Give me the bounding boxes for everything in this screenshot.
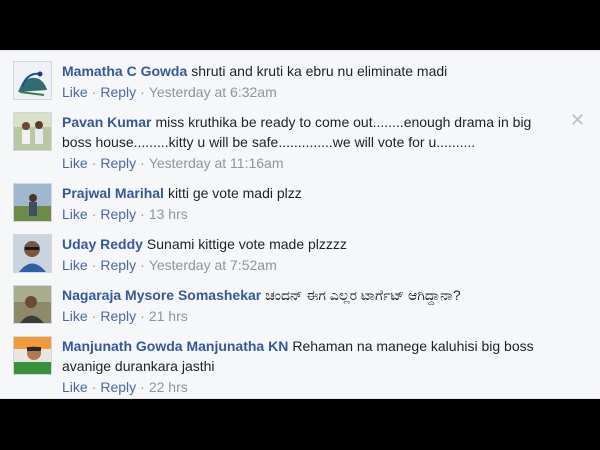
comment-actions: Like · Reply · 22 hrs — [62, 379, 188, 395]
reply-button[interactable]: Reply — [100, 206, 136, 222]
comment-body: Prajwal Marihal kitti ge vote madi plzz L… — [62, 183, 562, 224]
avatar[interactable] — [13, 336, 52, 375]
like-button[interactable]: Like — [62, 155, 88, 171]
comment-timestamp[interactable]: Yesterday at 11:16am — [149, 155, 284, 171]
like-button[interactable]: Like — [62, 206, 88, 222]
reply-button[interactable]: Reply — [100, 155, 136, 171]
comments-panel: Mamatha C Gowda shruti and kruti ka ebru … — [0, 50, 600, 399]
avatar[interactable] — [13, 234, 52, 273]
comment-text: Sunami kittige vote made plzzzz — [146, 236, 347, 252]
comment-actions: Like · Reply · Yesterday at 11:16am — [62, 155, 284, 171]
avatar[interactable] — [13, 285, 52, 324]
comment-timestamp[interactable]: 22 hrs — [149, 379, 188, 395]
avatar[interactable] — [13, 61, 52, 100]
comment-author[interactable]: Mamatha C Gowda — [62, 63, 187, 79]
reply-button[interactable]: Reply — [100, 308, 136, 324]
reply-button[interactable]: Reply — [100, 84, 136, 100]
comment-author[interactable]: Prajwal Marihal — [62, 185, 164, 201]
comment-text: ಚಂದನ್ ಈಗ ಎಲ್ಲರ ಟಾರ್ಗೆಟ್ ಆಗಿದ್ದಾನಾ? — [265, 287, 461, 303]
comment-body: Nagaraja Mysore Somashekar ಚಂದನ್ ಈಗ ಎಲ್ಲರ… — [62, 285, 562, 326]
reply-button[interactable]: Reply — [100, 257, 136, 273]
comment-author[interactable]: Pavan Kumar — [62, 114, 151, 130]
comment-actions: Like · Reply · Yesterday at 7:52am — [62, 257, 277, 273]
comment-actions: Like · Reply · Yesterday at 6:32am — [62, 84, 277, 100]
like-button[interactable]: Like — [62, 257, 88, 273]
close-icon[interactable]: ✕ — [570, 111, 585, 129]
reply-button[interactable]: Reply — [100, 379, 136, 395]
avatar[interactable] — [13, 112, 52, 151]
comment-timestamp[interactable]: Yesterday at 7:52am — [149, 257, 277, 273]
comment-timestamp[interactable]: Yesterday at 6:32am — [149, 84, 277, 100]
avatar[interactable] — [13, 183, 52, 222]
like-button[interactable]: Like — [62, 308, 88, 324]
like-button[interactable]: Like — [62, 379, 88, 395]
comment-author[interactable]: Nagaraja Mysore Somashekar — [62, 287, 261, 303]
comment-body: Manjunath Gowda Manjunatha KN Rehaman na … — [62, 336, 562, 397]
comment-text: kitti ge vote madi plzz — [167, 185, 302, 201]
like-button[interactable]: Like — [62, 84, 88, 100]
comment-timestamp[interactable]: 21 hrs — [149, 308, 188, 324]
comment-body: Mamatha C Gowda shruti and kruti ka ebru … — [62, 61, 562, 102]
comment-author[interactable]: Uday Reddy — [62, 236, 143, 252]
comment-text: shruti and kruti ka ebru nu eliminate ma… — [191, 63, 448, 79]
comment-body: Uday Reddy Sunami kittige vote made plzzz… — [62, 234, 562, 275]
comment-actions: Like · Reply · 13 hrs — [62, 206, 188, 222]
comment-actions: Like · Reply · 21 hrs — [62, 308, 188, 324]
comment-author[interactable]: Manjunath Gowda Manjunatha KN — [62, 338, 288, 354]
comment-body: Pavan Kumar miss kruthika be ready to com… — [62, 112, 562, 173]
comment-timestamp[interactable]: 13 hrs — [149, 206, 188, 222]
